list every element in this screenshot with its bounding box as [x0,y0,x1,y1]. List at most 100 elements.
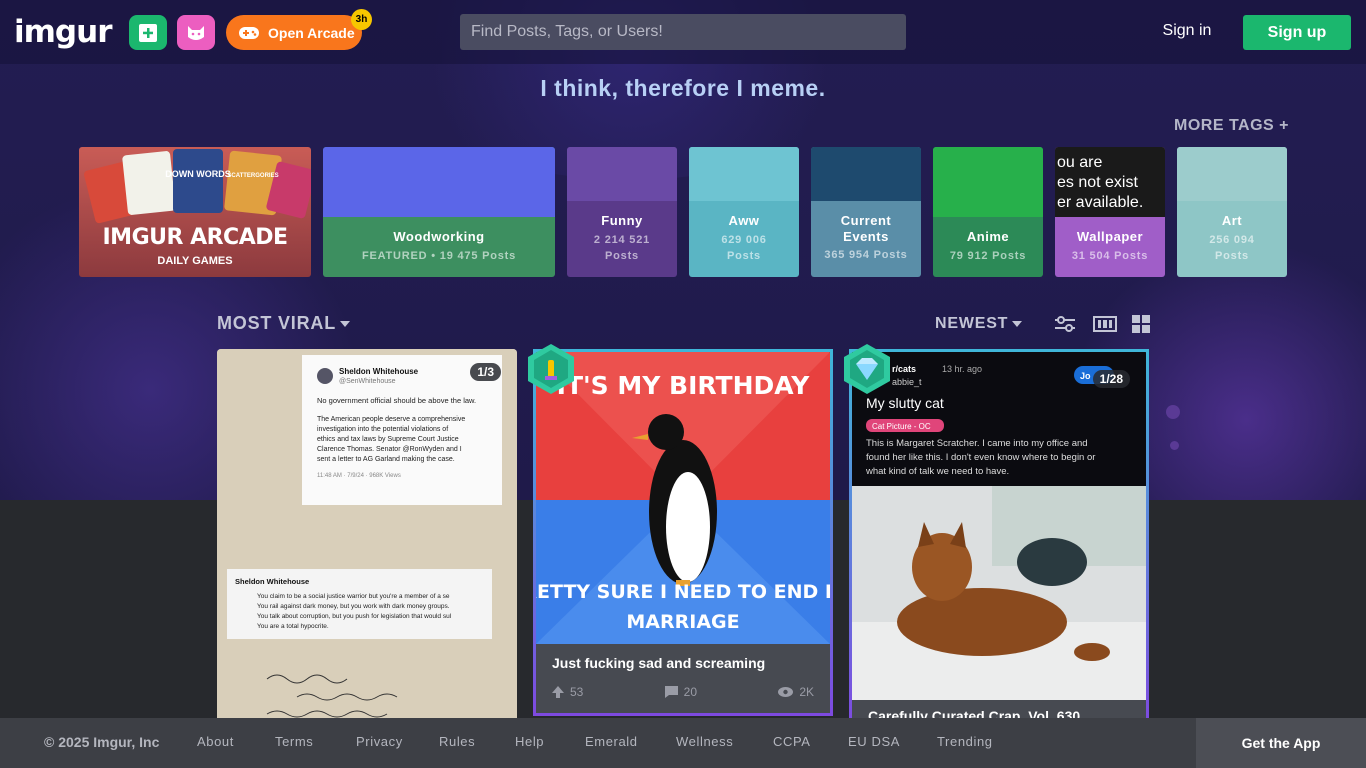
sort-newest-dropdown[interactable]: NEWEST [935,315,1023,333]
footer-link-trending[interactable]: Trending [937,734,993,749]
svg-text:This is Margaret Scratcher. I: This is Margaret Scratcher. I came into … [866,438,1088,449]
tag-tile-info: Wallpaper 31 504 Posts [1055,217,1165,277]
imgur-logo[interactable]: imgur [14,14,112,50]
sign-up-button[interactable]: Sign up [1243,15,1351,50]
footer-link-rules[interactable]: Rules [439,734,475,749]
plus-icon [139,23,157,42]
svg-text:Sheldon Whitehouse: Sheldon Whitehouse [235,577,309,586]
tag-tile-art [323,147,555,217]
views-stat: 2K [778,685,814,699]
post-card[interactable]: r/cats 13 hr. ago abbie_t Jo My slutty c… [849,349,1149,729]
svg-text:sent a letter to AG Garland ma: sent a letter to AG Garland making the c… [317,456,455,463]
sign-in-link[interactable]: Sign in [1150,22,1224,40]
tag-tile-art [1177,147,1287,201]
tag-tile[interactable]: Aww 629 006 Posts [689,147,799,277]
post-image: Sheldon Whitehouse @SenWhitehouse No gov… [217,349,517,729]
tag-tile-info: Current Events 365 954 Posts [811,201,921,277]
upvote-arrow-icon [552,686,564,698]
svg-text:r/cats: r/cats [892,364,916,374]
get-the-app-button[interactable]: Get the App [1196,718,1366,768]
tag-tile-info: Anime 79 912 Posts [933,217,1043,277]
svg-text:My slutty cat: My slutty cat [866,395,944,411]
search-input[interactable] [460,14,906,50]
pet-button[interactable] [177,15,215,50]
svg-text:The American people deserve a: The American people deserve a comprehens… [317,416,465,423]
tag-tile-art [933,147,1043,217]
sort-left-label: MOST VIRAL [217,313,336,333]
top-navbar: imgur Open Arcade 3h Sign in Sign up [0,0,1366,64]
tag-tile-art [689,147,799,201]
footer-link-privacy[interactable]: Privacy [356,734,403,749]
svg-text:@SenWhitehouse: @SenWhitehouse [339,378,396,385]
eye-icon [778,687,794,697]
tag-post-count: 79 912 Posts [949,250,1027,262]
new-post-button[interactable] [129,15,167,50]
post-title[interactable]: Just fucking sad and screaming [552,655,765,671]
chevron-down-icon [1012,320,1023,327]
svg-text:You claim to be a social justi: You claim to be a social justice warrior… [257,593,450,600]
footer-link-wellness[interactable]: Wellness [676,734,733,749]
svg-text:investigation into the potenti: investigation into the potential violati… [317,426,448,433]
tag-tile[interactable]: Funny 2 214 521 Posts [567,147,677,277]
svg-text:You are a total hypocrite.: You are a total hypocrite. [257,623,329,630]
footer-link-emerald[interactable]: Emerald [585,734,638,749]
svg-text:13 hr. ago: 13 hr. ago [942,364,982,374]
tag-post-count: FEATURED • 19 475 Posts [361,250,517,262]
svg-text:Cat Picture - OC: Cat Picture - OC [872,422,931,431]
comment-count: 20 [683,685,698,699]
grid-view-icon[interactable] [1130,314,1154,334]
sort-most-viral-dropdown[interactable]: MOST VIRAL [217,313,350,334]
post-card[interactable]: IT'S MY BIRTHDAY PRETTY SURE I NEED TO E… [533,349,833,716]
footer-link-help[interactable]: Help [515,734,544,749]
arcade-tile-subtitle: DAILY GAMES [157,255,233,267]
tag-tile-art [567,147,677,201]
svg-text:Jo: Jo [1080,371,1091,381]
arcade-cards-art: DOWN WORDS SCATTERGORIES [84,149,311,224]
comment-stat[interactable]: 20 [664,685,698,699]
post-card[interactable]: Sheldon Whitehouse @SenWhitehouse No gov… [217,349,517,729]
tag-tile[interactable]: Woodworking FEATURED • 19 475 Posts [323,147,555,277]
emerald-badge-icon [844,344,890,394]
tag-name: Funny [601,213,643,228]
wide-view-icon[interactable] [1093,314,1117,334]
tag-post-count: 256 094 Posts [1209,234,1255,262]
tag-tile[interactable]: Art 256 094 Posts [1177,147,1287,277]
filter-sliders-icon[interactable] [1053,314,1077,334]
tag-name: Anime [966,229,1010,244]
tag-tile-art [811,147,921,201]
more-tags-link[interactable]: MORE TAGS + [1174,117,1289,135]
cat-face-icon [188,25,204,40]
imgur-arcade-tile[interactable]: DOWN WORDS SCATTERGORIES IMGUR ARCADE DA… [79,147,311,277]
open-arcade-button[interactable]: Open Arcade [226,15,362,50]
svg-text:Clarence Thomas. Senator @RonW: Clarence Thomas. Senator @RonWyden and I [317,446,462,453]
tag-tile-info: Funny 2 214 521 Posts [567,201,677,277]
tag-post-count: 2 214 521 Posts [593,234,651,262]
view-count: 2K [799,685,814,699]
svg-text:Sheldon Whitehouse: Sheldon Whitehouse [339,367,419,376]
image-count-badge: 1/28 [1092,370,1130,388]
image-count-badge: 1/3 [470,363,501,381]
upvote-stat[interactable]: 53 [552,685,583,699]
tag-name: Wallpaper [1076,229,1144,244]
tag-tile[interactable]: Anime 79 912 Posts [933,147,1043,277]
svg-text:No government official should: No government official should be above t… [317,396,476,405]
post-stats: 53 20 2K [552,685,814,699]
arcade-tile-title: IMGUR ARCADE [102,225,288,250]
svg-text:ethics and tax laws by Supreme: ethics and tax laws by Supreme Court Jus… [317,436,459,443]
emerald-badge-icon [528,344,574,394]
post-image: r/cats 13 hr. ago abbie_t Jo My slutty c… [852,352,1146,700]
footer-link-terms[interactable]: Terms [275,734,313,749]
svg-text:found her like this. I don't e: found her like this. I don't even know w… [866,452,1095,463]
tag-tile[interactable]: Current Events 365 954 Posts [811,147,921,277]
chevron-down-icon [340,321,350,328]
tagline: I think, therefore I meme. [540,75,826,101]
footer-link-eu-dsa[interactable]: EU DSA [848,734,900,749]
footer-link-ccpa[interactable]: CCPA [773,734,811,749]
wallpaper-tile-text: ou are es not exist er available. [1057,154,1144,211]
scattergories-card-label: SCATTERGORIES [227,173,278,179]
tag-name: Aww [728,213,760,228]
tag-tile[interactable]: ou are es not exist er available. Wallpaper… [1055,147,1165,277]
svg-text:You rail against dark money, b: You rail against dark money, but you wor… [257,603,450,610]
down-words-card-label: DOWN WORDS [165,169,231,179]
footer-link-about[interactable]: About [197,734,234,749]
